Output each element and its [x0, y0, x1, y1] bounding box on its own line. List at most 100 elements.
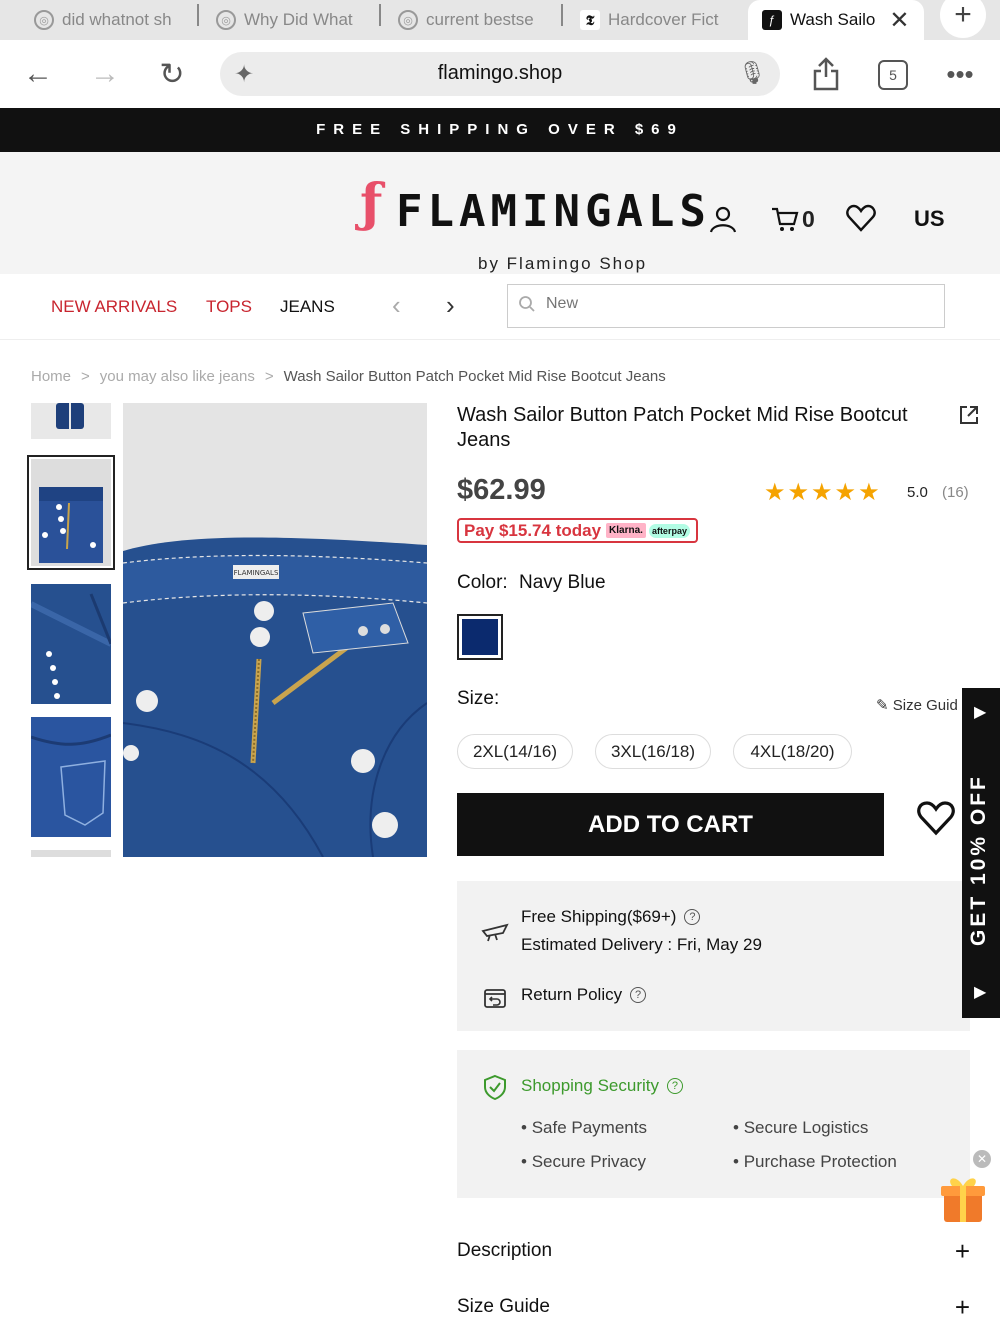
expand-plus-icon[interactable]: + [955, 1236, 970, 1267]
size-option[interactable]: 3XL(16/18) [595, 734, 711, 769]
size-guide-link[interactable]: ✎ Size Guid [876, 696, 958, 714]
nav-new-arrivals[interactable]: NEW ARRIVALS [51, 297, 177, 317]
expand-plus-icon[interactable]: + [955, 1292, 970, 1323]
flamingo-logo-icon: ƒ [360, 173, 383, 234]
account-icon[interactable] [708, 204, 738, 241]
free-shipping-text: Free Shipping($69+) [521, 907, 677, 926]
security-point-text: Secure Privacy [531, 1152, 647, 1171]
security-point: • Secure Privacy [521, 1152, 647, 1171]
share-button[interactable] [806, 54, 846, 94]
review-count[interactable]: (16) [942, 484, 969, 501]
cart-icon[interactable] [770, 204, 800, 241]
add-to-cart-button[interactable]: ADD TO CART [457, 793, 884, 856]
free-shipping-row: Free Shipping($69+)? [521, 907, 701, 927]
accordion-title: Description [457, 1240, 553, 1261]
close-tab-icon[interactable]: ✕ [889, 6, 909, 35]
browser-tab-active[interactable]: ƒ Wash Sailo ✕ [748, 0, 924, 40]
tab-divider [561, 4, 563, 26]
browser-tab[interactable]: ◎ current bestse [398, 0, 548, 40]
product-thumbnail-selected[interactable] [27, 455, 115, 570]
browser-toolbar: ← → ↻ ✦ flamingo.shop 🎙 5 ••• [0, 40, 1000, 108]
help-icon[interactable]: ? [666, 1078, 683, 1094]
browser-tab-label: Why Did What [244, 10, 353, 29]
discount-side-tab[interactable]: ▶ GET 10% OFF ▶ [962, 688, 1000, 1018]
breadcrumb-current: Wash Sailor Button Patch Pocket Mid Rise… [283, 368, 666, 385]
klarna-logo: Klarna. [606, 523, 646, 538]
browser-tab[interactable]: ◎ did whatnot sh [34, 0, 184, 40]
browser-tab-bar: ◎ did whatnot sh ◎ Why Did What ◎ curren… [0, 0, 1000, 40]
help-icon[interactable]: ? [684, 909, 701, 925]
back-button[interactable]: ← [18, 54, 58, 94]
color-label-text: Color: [457, 572, 508, 593]
help-icon[interactable]: ? [630, 987, 647, 1003]
installment-badge[interactable]: Pay $15.74 today Klarna. afterpay [457, 518, 698, 543]
tab-overview-button[interactable]: 5 [878, 60, 908, 90]
url-text: flamingo.shop [437, 62, 563, 84]
product-price: $62.99 [457, 474, 546, 506]
return-policy-text: Return Policy [521, 985, 623, 1004]
search-icon[interactable] [518, 295, 536, 318]
browser-tab[interactable]: 𝕿 Hardcover Fict [580, 0, 730, 40]
product-thumbnail[interactable] [31, 850, 111, 857]
rating-stars[interactable]: ★★★★★ [764, 478, 882, 507]
security-point-text: Safe Payments [531, 1118, 647, 1137]
breadcrumb-category[interactable]: you may also like jeans [100, 368, 255, 385]
new-tab-button[interactable]: + [940, 0, 986, 38]
color-swatch-navy[interactable] [457, 614, 503, 660]
plus-icon: + [954, 0, 972, 31]
nav-prev-chevron-icon[interactable]: ‹ [392, 290, 401, 321]
nav-next-chevron-icon[interactable]: › [446, 290, 455, 321]
globe-icon: ◎ [34, 10, 54, 30]
product-main-image[interactable]: FLAMINGALS [123, 403, 427, 857]
accordion-size-guide[interactable]: Size Guide + [457, 1292, 970, 1322]
product-thumbnail[interactable] [31, 584, 111, 704]
play-arrow-icon: ▶ [974, 704, 987, 721]
nyt-logo-icon: 𝕿 [580, 10, 600, 30]
accordion-description[interactable]: Description + [457, 1236, 970, 1266]
region-selector[interactable]: US [914, 206, 945, 232]
security-point-text: Secure Logistics [743, 1118, 869, 1137]
svg-text:FLAMINGALS: FLAMINGALS [234, 569, 279, 577]
breadcrumb-home[interactable]: Home [31, 368, 71, 385]
return-icon [483, 985, 507, 1014]
free-shipping-banner: FREE SHIPPING OVER $69 [0, 108, 1000, 152]
shopping-security-title[interactable]: Shopping Security? [521, 1076, 683, 1096]
product-thumbnail[interactable] [31, 717, 111, 837]
shipping-info-box: Free Shipping($69+)? Estimated Delivery … [457, 881, 970, 1031]
product-title: Wash Sailor Button Patch Pocket Mid Rise… [457, 404, 908, 451]
size-option[interactable]: 4XL(18/20) [733, 734, 852, 769]
close-gift-icon[interactable]: ✕ [973, 1150, 991, 1168]
browser-tab[interactable]: ◎ Why Did What [216, 0, 366, 40]
security-point: • Secure Logistics [733, 1118, 869, 1137]
wishlist-heart-icon[interactable] [916, 800, 956, 846]
microphone-icon[interactable]: 🎙 [738, 60, 766, 86]
size-option[interactable]: 2XL(14/16) [457, 734, 573, 769]
browser-tab-label: Wash Sailo [790, 10, 876, 29]
brand-tagline: by Flamingo Shop [478, 254, 648, 273]
search-input[interactable] [546, 295, 926, 313]
browser-tab-label: current bestse [426, 10, 534, 29]
browser-tab-label: Hardcover Fict [608, 10, 719, 29]
product-thumbnail[interactable] [31, 403, 111, 439]
flamingo-favicon-icon: ƒ [762, 10, 782, 30]
globe-icon: ◎ [398, 10, 418, 30]
reload-button[interactable]: ↻ [152, 54, 192, 94]
gift-popup-icon[interactable] [938, 1172, 988, 1224]
nav-jeans[interactable]: JEANS [280, 297, 335, 317]
search-box [507, 284, 945, 328]
share-external-icon[interactable] [958, 404, 980, 432]
play-arrow-icon: ▶ [974, 984, 987, 1001]
address-bar[interactable]: ✦ flamingo.shop 🎙 [220, 52, 780, 96]
return-policy-row[interactable]: Return Policy? [521, 985, 647, 1005]
nav-tops[interactable]: TOPS [206, 297, 252, 317]
breadcrumb-separator: > [264, 368, 274, 385]
discount-text: GET 10% OFF [967, 774, 990, 946]
breadcrumb: Home > you may also like jeans > Wash Sailor… [31, 368, 666, 385]
wishlist-heart-icon[interactable] [846, 204, 876, 239]
plane-icon [481, 921, 509, 948]
ruler-pencil-icon: ✎ [876, 697, 889, 714]
more-menu-button[interactable]: ••• [940, 54, 980, 94]
security-point: • Purchase Protection [733, 1152, 897, 1171]
globe-icon: ◎ [216, 10, 236, 30]
forward-button[interactable]: → [85, 54, 125, 94]
